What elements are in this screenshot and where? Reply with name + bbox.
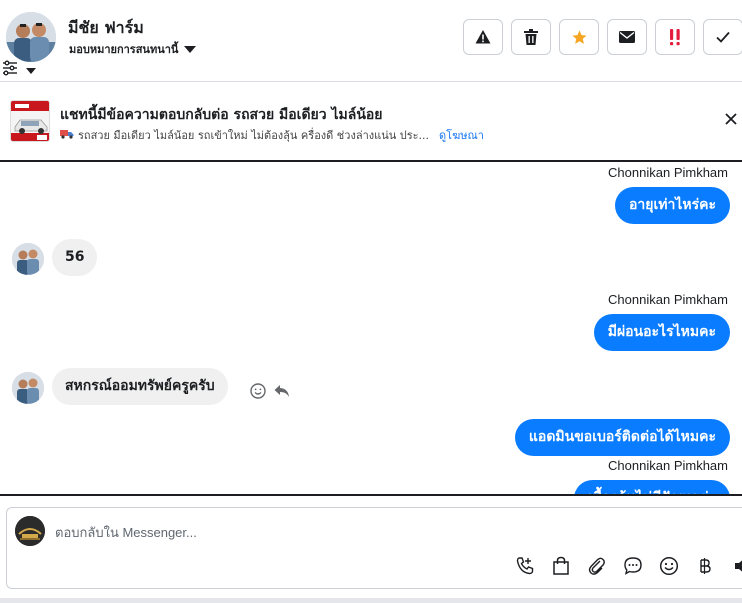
star-button[interactable] [559,19,599,55]
ad-subtitle: รถสวย มือเดียว ไมล์น้อย รถเข้าใหม่ ไม่ต้… [78,129,430,142]
envelope-icon [619,31,635,43]
ad-thumbnail[interactable] [10,100,50,142]
attach-button[interactable] [585,554,609,578]
incoming-message[interactable]: 56 [52,239,98,276]
chevron-down-icon [184,45,197,53]
outgoing-message[interactable]: มีผ่อนอะไรไหมคะ [593,314,730,351]
report-spam-button[interactable] [463,19,503,55]
sliders-icon [2,60,18,81]
incoming-message[interactable]: สหกรณ์ออมทรัพย์ครูครับ [52,368,228,405]
baht-icon [700,558,711,574]
contact-avatar-small [12,243,44,275]
close-icon [725,113,737,125]
view-ad-link[interactable]: ดูโฆษณา [439,126,484,144]
reply-input[interactable] [55,522,655,542]
delete-button[interactable] [511,19,551,55]
composer-toolbar [513,554,742,578]
chevron-down-icon [26,67,36,74]
smiley-icon [250,383,266,399]
divider [0,494,742,496]
reply-icon [274,385,289,397]
ad-subtitle-row: รถสวย มือเดียว ไมล์น้อย รถเข้าใหม่ ไม่ต้… [60,126,484,144]
assign-label: มอบหมายการสนทนานี้ [69,43,179,56]
sender-name: Chonnikan Pimkham [608,458,728,473]
sender-name: Chonnikan Pimkham [608,292,728,307]
mark-done-button[interactable] [703,19,742,55]
payment-button[interactable] [693,554,717,578]
voice-button[interactable] [729,554,742,578]
ad-title: แชทนี้มีข้อความตอบกลับต่อ รถสวย มือเดียว… [60,107,383,123]
check-icon [716,31,730,43]
flag-priority-button[interactable] [655,19,695,55]
conversation-actions [463,19,742,55]
assign-conversation-dropdown[interactable]: มอบหมายการสนทนานี้ [69,40,197,58]
conversation-header: มีชัย ฟาร์ม มอบหมายการสนทนานี้ [0,0,742,82]
outgoing-message[interactable]: แอดมินขอเบอร์ติดต่อได้ไหมคะ [514,419,730,456]
speaker-icon [735,560,742,572]
priority-icon [670,29,680,46]
close-ad-banner-button[interactable] [724,112,740,128]
shopping-bag-icon [553,556,569,575]
message-tools [250,383,290,404]
contact-avatar[interactable] [6,12,56,62]
shop-button[interactable] [549,554,573,578]
ad-context-banner: แชทนี้มีข้อความตอบกลับต่อ รถสวย มือเดียว… [0,82,742,162]
bottom-divider [0,598,742,603]
saved-replies-button[interactable] [621,554,645,578]
reply-button[interactable] [274,384,290,403]
outgoing-message[interactable]: อายุเท่าไหร่คะ [614,187,730,224]
truck-icon [60,129,74,142]
trash-icon [524,29,538,45]
chat-bubble-icon [624,557,642,575]
mark-unread-button[interactable] [607,19,647,55]
phone-add-icon [516,557,534,575]
sender-name: Chonnikan Pimkham [608,165,728,180]
reply-composer [6,507,742,589]
react-emoji-button[interactable] [250,383,266,404]
emoji-button[interactable] [657,554,681,578]
smiley-icon [659,556,679,576]
contact-name[interactable]: มีชัย ฟาร์ม [68,16,144,41]
warning-icon [475,30,491,44]
contact-avatar-small [12,372,44,404]
filter-dropdown[interactable] [2,60,36,81]
page-avatar [15,516,45,546]
paperclip-icon [588,557,605,575]
call-button[interactable] [513,554,537,578]
star-icon [571,29,587,44]
message-thread[interactable]: Chonnikan Pimkham อายุเท่าไหร่คะ 56 Chon… [0,163,742,494]
outgoing-message[interactable]: เบื้องต้นไม่มีปัญหาค่ะ [574,480,730,494]
